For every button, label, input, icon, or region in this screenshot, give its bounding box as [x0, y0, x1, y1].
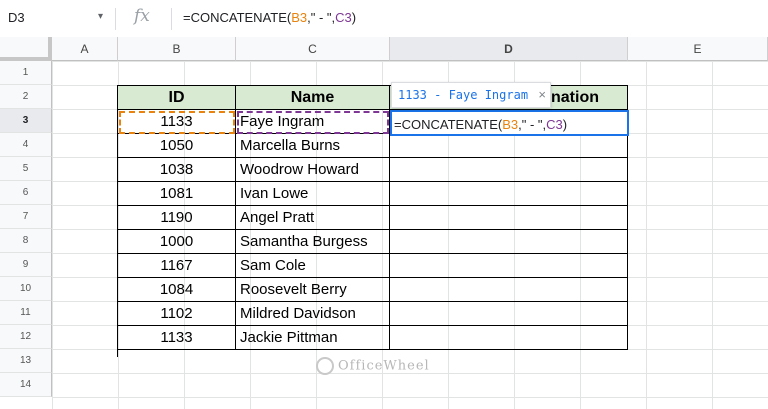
- formula-text: ," - ",: [307, 10, 336, 25]
- combination-cell[interactable]: [390, 278, 628, 302]
- row-header[interactable]: 8: [0, 229, 52, 253]
- watermark: OfficeWheel: [316, 357, 430, 375]
- row-header[interactable]: 5: [0, 157, 52, 181]
- row-header[interactable]: 7: [0, 205, 52, 229]
- name-cell[interactable]: Mildred Davidson: [236, 302, 390, 326]
- formula-ref: C3: [335, 10, 352, 25]
- formula-preview-tooltip: 1133 - Faye Ingram ×: [391, 82, 551, 108]
- row-header[interactable]: 1: [0, 61, 52, 85]
- row-header[interactable]: 4: [0, 133, 52, 157]
- name-cell[interactable]: Roosevelt Berry: [236, 278, 390, 302]
- ref-highlight-c3: [237, 111, 389, 134]
- formula-text: =CONCATENATE(: [183, 10, 292, 25]
- id-cell[interactable]: 1000: [118, 230, 236, 254]
- editor-ref: B3: [502, 117, 519, 132]
- name-box[interactable]: D3: [8, 10, 25, 25]
- formula-ref: B3: [291, 10, 308, 25]
- watermark-text: OfficeWheel: [338, 358, 430, 374]
- id-cell[interactable]: 1102: [118, 302, 236, 326]
- close-icon[interactable]: ×: [538, 83, 546, 107]
- id-cell[interactable]: 1081: [118, 182, 236, 206]
- row-header[interactable]: 3: [0, 109, 52, 133]
- row-header[interactable]: 12: [0, 325, 52, 349]
- name-cell[interactable]: Angel Pratt: [236, 206, 390, 230]
- column-header-b[interactable]: B: [118, 37, 236, 61]
- column-header-e[interactable]: E: [628, 37, 768, 61]
- editor-text: ): [562, 117, 568, 132]
- editor-ref: C3: [546, 117, 563, 132]
- combination-cell[interactable]: [390, 158, 628, 182]
- name-cell[interactable]: Jackie Pittman: [236, 326, 390, 350]
- editor-text: =CONCATENATE(: [394, 117, 503, 132]
- cell-editor[interactable]: =CONCATENATE(B3," - ",C3): [394, 117, 567, 132]
- id-cell[interactable]: 1133: [118, 326, 236, 350]
- row-header[interactable]: 14: [0, 373, 52, 397]
- column-header-c[interactable]: C: [236, 37, 390, 61]
- row-header[interactable]: 11: [0, 301, 52, 325]
- id-cell[interactable]: 1084: [118, 278, 236, 302]
- combination-cell[interactable]: [390, 254, 628, 278]
- combination-cell[interactable]: [390, 302, 628, 326]
- select-all-corner[interactable]: [0, 37, 52, 61]
- combination-cell[interactable]: [390, 230, 628, 254]
- divider: [115, 8, 116, 30]
- officewheel-logo-icon: [316, 357, 334, 375]
- column-header-a[interactable]: A: [52, 37, 118, 61]
- fx-icon: fx: [134, 6, 150, 26]
- id-cell[interactable]: 1050: [118, 134, 236, 158]
- combination-cell[interactable]: [390, 326, 628, 350]
- column-header-d[interactable]: D: [390, 37, 628, 61]
- row-header[interactable]: 6: [0, 181, 52, 205]
- id-cell[interactable]: 1038: [118, 158, 236, 182]
- combination-cell[interactable]: [390, 134, 628, 158]
- divider: [171, 8, 172, 30]
- formula-text: ): [351, 10, 357, 25]
- name-box-dropdown-icon[interactable]: ▾: [98, 11, 103, 22]
- row-header[interactable]: 10: [0, 277, 52, 301]
- combination-cell[interactable]: [390, 182, 628, 206]
- editor-text: ," - ",: [518, 117, 547, 132]
- row-header[interactable]: 9: [0, 253, 52, 277]
- id-cell[interactable]: 1190: [118, 206, 236, 230]
- header-id[interactable]: ID: [118, 86, 236, 110]
- id-cell[interactable]: 1167: [118, 254, 236, 278]
- name-cell[interactable]: Ivan Lowe: [236, 182, 390, 206]
- formula-bar: D3 ▾ fx =CONCATENATE(B3," - ",C3): [0, 0, 768, 38]
- row-header[interactable]: 13: [0, 349, 52, 373]
- name-cell[interactable]: Marcella Burns: [236, 134, 390, 158]
- name-cell[interactable]: Samantha Burgess: [236, 230, 390, 254]
- combination-cell[interactable]: [390, 206, 628, 230]
- formula-input[interactable]: =CONCATENATE(B3," - ",C3): [183, 10, 356, 25]
- header-name[interactable]: Name: [236, 86, 390, 110]
- name-cell[interactable]: Woodrow Howard: [236, 158, 390, 182]
- name-cell[interactable]: Sam Cole: [236, 254, 390, 278]
- row-header[interactable]: 2: [0, 85, 52, 109]
- preview-text: 1133 - Faye Ingram: [398, 88, 529, 102]
- ref-highlight-b3: [119, 111, 235, 134]
